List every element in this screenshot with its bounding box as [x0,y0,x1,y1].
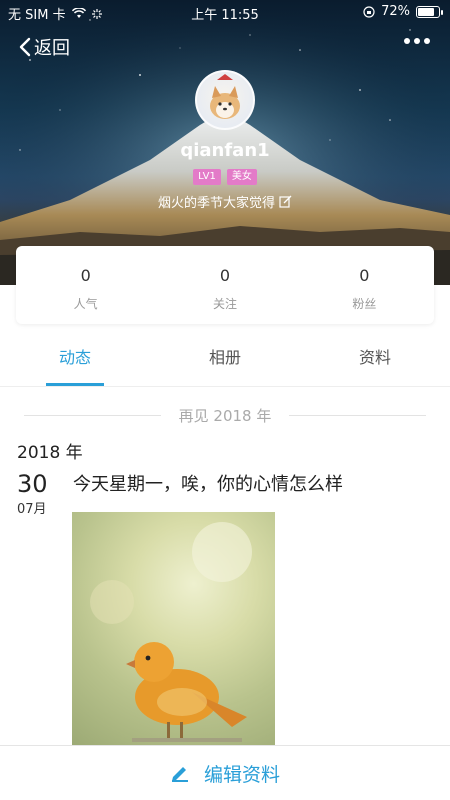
post-text[interactable]: 今天星期一，唉，你的心情怎么样 [73,470,343,496]
profile-header: 无 SIM 卡 上午 11:55 72% 返回 qianfan1 LV1 美女 … [0,0,450,285]
orientation-lock-icon [363,5,375,18]
pencil-icon [171,767,188,782]
edit-icon [279,195,292,208]
stat-value: 0 [80,266,91,285]
tab-bar: 动态 相册 资料 [0,333,450,387]
stat-label: 人气 [73,297,98,311]
back-label: 返回 [34,38,70,59]
stat-value: 0 [219,266,231,285]
stat-followers[interactable]: 0 粉丝 [295,246,434,324]
bird-image [90,522,252,742]
post-photo[interactable] [72,512,275,752]
chevron-left-icon [19,37,31,57]
battery-icon [416,5,443,18]
post-day: 30 [17,470,48,498]
stat-label: 关注 [212,297,237,311]
feed: 再见 2018 年 2018 年 30 07月 今天星期一，唉，你的心情怎么样 [0,388,450,800]
stat-popularity[interactable]: 0 人气 [16,246,155,324]
tab-album[interactable]: 相册 [150,333,300,386]
post-month: 07月 [17,502,47,517]
edit-profile-label: 编辑资料 [203,763,280,786]
avatar[interactable] [195,70,255,130]
status-bar: 无 SIM 卡 上午 11:55 72% [0,0,450,24]
tab-activity[interactable]: 动态 [0,333,150,386]
back-button[interactable]: 返回 [18,34,70,60]
badge-row: LV1 美女 [0,169,450,185]
stat-value: 0 [359,266,370,285]
year-divider-text: 再见 2018 年 [178,407,272,425]
signature-text: 烟火的季节大家觉得 [157,196,275,211]
signature[interactable]: 烟火的季节大家觉得 [0,192,450,211]
edit-profile-button[interactable]: 编辑资料 [0,745,450,800]
stats-card: 0 人气 0 关注 0 粉丝 [16,246,434,324]
tab-profile-info[interactable]: 资料 [300,333,450,386]
battery-percent: 72% [381,4,410,19]
more-dots-icon[interactable] [404,38,430,44]
avatar-image [210,74,240,119]
stat-label: 粉丝 [352,297,377,311]
year-label: 2018 年 [17,443,83,463]
year-divider: 再见 2018 年 [24,405,426,426]
stat-following[interactable]: 0 关注 [155,246,294,324]
level-badge: LV1 [193,169,221,185]
gender-badge: 美女 [226,169,257,185]
username: qianfan1 [180,140,270,161]
